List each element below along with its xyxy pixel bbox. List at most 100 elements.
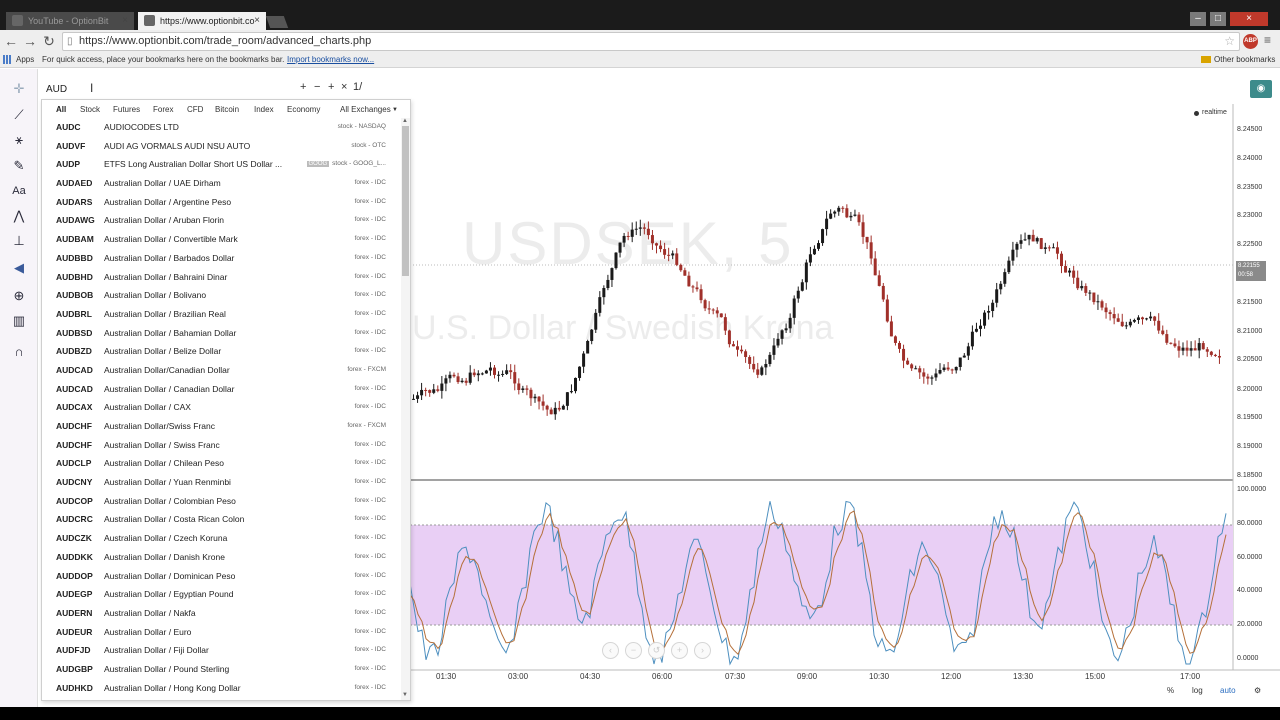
list-item[interactable]: AUDDKK Australian Dollar / Danish Krone fo… — [42, 548, 402, 567]
op-subtract-button[interactable]: − — [314, 81, 320, 93]
filter-tab-forex[interactable]: Forex — [153, 105, 173, 114]
trend-line-icon[interactable]: ⟋ — [9, 105, 29, 125]
list-item[interactable]: AUDAWG Australian Dollar / Aruban Florin f… — [42, 211, 402, 230]
back-arrow-icon[interactable]: ◀ — [9, 258, 29, 278]
new-tab-button[interactable] — [265, 16, 289, 28]
op-add-button[interactable]: + — [328, 81, 334, 93]
apps-link[interactable]: Apps — [16, 55, 34, 64]
list-item[interactable]: AUDHKD Australian Dollar / Hong Kong Doll… — [42, 679, 402, 698]
percent-scale-toggle[interactable]: % — [1167, 686, 1174, 695]
filter-tab-cfd[interactable]: CFD — [187, 105, 203, 114]
browser-tab[interactable]: YouTube - OptionBit × — [6, 12, 134, 30]
price-chart[interactable] — [410, 104, 1280, 707]
price-axis-label: 8.21500 — [1237, 299, 1263, 306]
filter-tab-futures[interactable]: Futures — [113, 105, 140, 114]
list-item[interactable]: AUDCLP Australian Dollar / Chilean Peso fo… — [42, 454, 402, 473]
pattern-icon[interactable]: ⋀ — [9, 206, 29, 226]
snapshot-camera-icon[interactable]: ◉ — [1250, 80, 1272, 98]
zoom-in-icon[interactable]: + — [671, 642, 688, 659]
brush-icon[interactable]: ✎ — [9, 156, 29, 176]
filter-tab-economy[interactable]: Economy — [287, 105, 320, 114]
list-item[interactable]: AUDCHF Australian Dollar/Swiss Franc forex… — [42, 417, 402, 436]
list-item[interactable]: AUDBRL Australian Dollar / Brazilian Real… — [42, 305, 402, 324]
list-item[interactable]: AUDBHD Australian Dollar / Bahraini Dinar… — [42, 268, 402, 287]
adblock-icon[interactable]: ABP — [1243, 34, 1258, 49]
list-item[interactable]: AUDAED Australian Dollar / UAE Dirham fore… — [42, 174, 402, 193]
filter-tab-all[interactable]: All — [56, 105, 66, 114]
text-tool-icon[interactable]: Aa — [9, 181, 29, 201]
apps-grid-icon[interactable] — [3, 55, 12, 64]
menu-icon[interactable]: ≡ — [1264, 33, 1271, 47]
op-multiply-button[interactable]: × — [341, 81, 347, 93]
list-item[interactable]: AUDCAD Australian Dollar / Canadian Dolla… — [42, 380, 402, 399]
list-item[interactable]: AUDARS Australian Dollar / Argentine Peso… — [42, 193, 402, 212]
list-item[interactable]: AUDERN Australian Dollar / Nakfa forex - I… — [42, 604, 402, 623]
back-icon[interactable]: ← — [3, 33, 19, 49]
filter-tab-index[interactable]: Index — [254, 105, 274, 114]
bookmark-star-icon[interactable]: ☆ — [1224, 34, 1235, 48]
scroll-down-icon[interactable]: ▼ — [402, 692, 408, 698]
crosshair-icon[interactable]: ✛ — [9, 79, 29, 99]
import-bookmarks-link[interactable]: Import bookmarks now... — [287, 55, 374, 64]
list-item[interactable]: AUDC AUDIOCODES LTD stock - NASDAQ — [42, 118, 402, 137]
result-description: Australian Dollar / Czech Koruna — [104, 533, 228, 544]
list-item[interactable]: AUDBAM Australian Dollar / Convertible Ma… — [42, 230, 402, 249]
tab-close-icon[interactable]: × — [122, 15, 128, 26]
list-item[interactable]: AUDCOP Australian Dollar / Colombian Peso… — [42, 492, 402, 511]
filter-tab-stock[interactable]: Stock — [80, 105, 100, 114]
close-window-button[interactable]: × — [1230, 12, 1268, 26]
list-item[interactable]: AUDCRC Australian Dollar / Costa Rican Co… — [42, 510, 402, 529]
list-item[interactable]: AUDP ETFS Long Australian Dollar Short US… — [42, 155, 402, 174]
maximize-button[interactable]: □ — [1210, 12, 1226, 26]
list-item[interactable]: AUDGBP Australian Dollar / Pound Sterling… — [42, 660, 402, 679]
log-scale-toggle[interactable]: log — [1192, 686, 1203, 695]
result-description: Australian Dollar / Brazilian Real — [104, 308, 226, 319]
scroll-thumb[interactable] — [402, 126, 409, 276]
list-item[interactable]: AUDBOB Australian Dollar / Bolivano forex … — [42, 286, 402, 305]
list-item[interactable]: AUDCHF Australian Dollar / Swiss Franc for… — [42, 436, 402, 455]
list-item[interactable]: AUDCAX Australian Dollar / CAX forex - IDC — [42, 398, 402, 417]
minimize-button[interactable]: – — [1190, 12, 1206, 26]
result-symbol: AUDGBP — [56, 663, 93, 674]
chevron-down-icon[interactable]: ▼ — [392, 107, 398, 113]
op-reciprocal-button[interactable]: 1/ — [353, 81, 362, 93]
list-item[interactable]: AUDFJD Australian Dollar / Fiji Dollar for… — [42, 641, 402, 660]
forward-icon[interactable]: → — [22, 33, 38, 49]
op-add-button[interactable]: + — [300, 81, 306, 93]
list-item[interactable]: AUDEUR Australian Dollar / Euro forex - ID… — [42, 623, 402, 642]
exchange-select[interactable]: All Exchanges — [340, 105, 391, 114]
reload-icon[interactable]: ↻ — [41, 33, 57, 49]
scroll-right-icon[interactable]: › — [694, 642, 711, 659]
fibonacci-icon[interactable]: ⚹ — [9, 130, 29, 150]
list-item[interactable]: AUDCZK Australian Dollar / Czech Koruna fo… — [42, 529, 402, 548]
results-scrollbar[interactable]: ▲ ▼ — [401, 118, 410, 700]
symbol-search-input[interactable] — [42, 79, 296, 99]
list-item[interactable]: AUDBSD Australian Dollar / Bahamian Dolla… — [42, 324, 402, 343]
measure-bars-icon[interactable]: ▥ — [9, 311, 29, 331]
osc-axis-label: 0.0000 — [1237, 655, 1259, 662]
scroll-left-icon[interactable]: ‹ — [602, 642, 619, 659]
scroll-up-icon[interactable]: ▲ — [402, 118, 408, 124]
list-item[interactable]: AUDBZD Australian Dollar / Belize Dollar f… — [42, 342, 402, 361]
reset-icon[interactable]: ↺ — [648, 642, 665, 659]
page-info-icon[interactable]: ▯ — [67, 36, 73, 47]
result-description: Australian Dollar / Pound Sterling — [104, 663, 230, 674]
zoom-icon[interactable]: ⊕ — [9, 286, 29, 306]
browser-tab-active[interactable]: https://www.optionbit.co × — [138, 12, 266, 30]
list-item[interactable]: AUDEGP Australian Dollar / Egyptian Pound… — [42, 585, 402, 604]
address-bar[interactable]: ▯ https://www.optionbit.com/trade_room/a… — [62, 32, 1240, 51]
settings-gear-icon[interactable]: ⚙ — [1254, 686, 1261, 695]
other-bookmarks-link[interactable]: Other bookmarks — [1214, 55, 1275, 64]
list-item[interactable]: AUDCNY Australian Dollar / Yuan Renminbi f… — [42, 473, 402, 492]
list-item[interactable]: AUDDOP Australian Dollar / Dominican Peso… — [42, 567, 402, 586]
list-item[interactable]: AUDVF AUDI AG VORMALS AUDI NSU AUTO stock … — [42, 137, 402, 156]
candle-body — [517, 383, 521, 390]
zoom-out-icon[interactable]: − — [625, 642, 642, 659]
filter-tab-bitcoin[interactable]: Bitcoin — [215, 105, 239, 114]
list-item[interactable]: AUDCAD Australian Dollar/Canadian Dollar f… — [42, 361, 402, 380]
measure-icon[interactable]: ⊥ — [9, 231, 29, 251]
tab-close-icon[interactable]: × — [254, 15, 260, 26]
list-item[interactable]: AUDBBD Australian Dollar / Barbados Dolla… — [42, 249, 402, 268]
magnet-icon[interactable]: ∩ — [9, 342, 29, 362]
auto-scale-toggle[interactable]: auto — [1220, 686, 1236, 695]
